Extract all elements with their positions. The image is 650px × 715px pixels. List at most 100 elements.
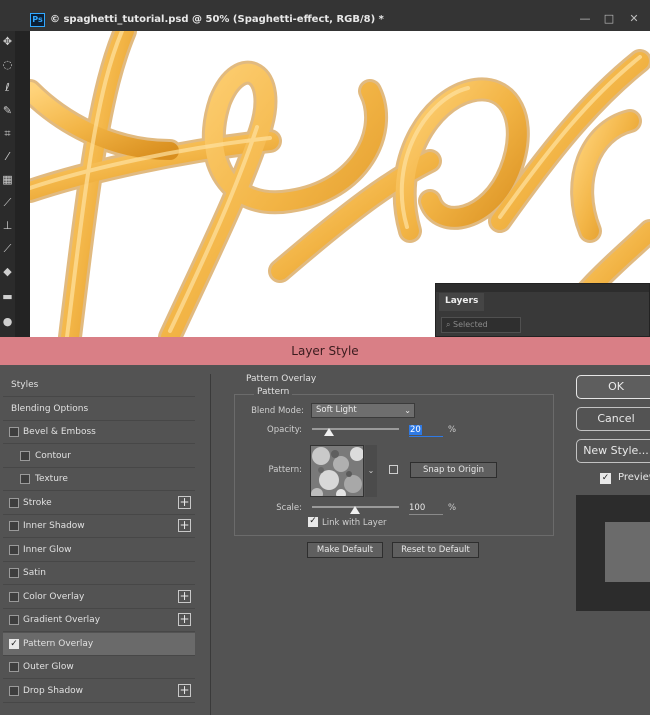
marquee-tool-icon[interactable]: ◌	[0, 56, 15, 74]
crop-tool-icon[interactable]: ⌗	[0, 125, 15, 143]
style-item-label: Styles	[11, 380, 39, 390]
link-with-layer-label: Link with Layer	[322, 518, 387, 528]
chevron-down-icon: ⌄	[404, 406, 411, 415]
style-item-inner-shadow[interactable]: Inner Shadow +	[3, 515, 195, 538]
blend-mode-value: Soft Light	[316, 405, 357, 415]
style-checkbox[interactable]	[9, 497, 19, 508]
blend-mode-label: Blend Mode:	[251, 406, 304, 416]
style-preview-swatch	[605, 522, 650, 582]
search-icon: ⌕	[446, 320, 451, 329]
dialog-title: Layer Style	[291, 344, 359, 358]
opacity-input[interactable]: 20	[409, 424, 443, 437]
layers-filter-select[interactable]: ⌕ Selected	[441, 317, 521, 333]
scale-unit: %	[448, 503, 457, 513]
style-item-label: Color Overlay	[23, 591, 85, 602]
style-item-label: Texture	[35, 474, 68, 484]
new-style-button[interactable]: New Style...	[576, 439, 650, 463]
tab-layers[interactable]: Layers	[439, 293, 485, 311]
healing-brush-icon[interactable]: ▦	[0, 171, 15, 189]
style-item-label: Satin	[23, 568, 46, 578]
style-checkbox[interactable]	[9, 685, 19, 696]
document-title[interactable]: © spaghetti_tutorial.psd @ 50% (Spaghett…	[50, 14, 384, 25]
style-item-label: Blending Options	[11, 403, 89, 414]
style-checkbox[interactable]	[20, 474, 30, 484]
pattern-picker-swatch[interactable]	[310, 445, 364, 497]
eyedropper-icon[interactable]: ⁄	[0, 148, 15, 166]
style-checkbox[interactable]	[9, 544, 19, 555]
style-checkbox[interactable]	[9, 591, 19, 602]
style-item-texture[interactable]: Texture	[3, 468, 195, 491]
new-preset-icon[interactable]	[389, 465, 398, 474]
styles-list: Styles Blending Options Bevel & Emboss Cont…	[3, 374, 195, 715]
preview-checkbox[interactable]: ✓	[600, 473, 611, 484]
divider	[210, 374, 211, 715]
style-item-label: Contour	[35, 450, 71, 461]
blend-mode-select[interactable]: Soft Light ⌄	[311, 403, 415, 418]
panel-title: Pattern Overlay	[246, 374, 317, 384]
link-with-layer-checkbox[interactable]: ✓	[308, 517, 318, 527]
style-item-pattern-overlay[interactable]: ✓ Pattern Overlay	[3, 632, 195, 656]
style-checkbox[interactable]	[9, 568, 19, 578]
style-checkbox[interactable]	[9, 521, 19, 531]
style-checkbox[interactable]: ✓	[9, 638, 19, 649]
add-effect-plus-icon[interactable]: +	[178, 683, 191, 697]
group-title: Pattern	[254, 387, 293, 397]
add-effect-plus-icon[interactable]: +	[178, 589, 191, 603]
document-tab-bar: Ps © spaghetti_tutorial.psd @ 50% (Spagh…	[0, 0, 650, 31]
move-tool-icon[interactable]: ✥	[0, 33, 15, 51]
brush-tool-icon[interactable]: ⟋	[0, 194, 15, 212]
restore-icon[interactable]: □	[601, 12, 617, 26]
style-item-gradient-overlay[interactable]: Gradient Overlay +	[3, 609, 195, 632]
style-item-label: Outer Glow	[23, 662, 74, 672]
scale-input[interactable]: 100	[409, 502, 443, 515]
opacity-label: Opacity:	[267, 425, 302, 435]
layers-filter-label: Selected	[453, 320, 488, 329]
panel-collapse-bar[interactable]	[436, 284, 649, 292]
layers-panel: Layers ⌕ Selected	[435, 283, 650, 337]
style-item-inner-glow[interactable]: Inner Glow	[3, 539, 195, 562]
style-item-stroke[interactable]: Stroke +	[3, 492, 195, 515]
style-item-label: Stroke	[23, 497, 52, 508]
style-checkbox[interactable]	[9, 662, 19, 672]
minimize-icon[interactable]: —	[577, 12, 593, 26]
cancel-button[interactable]: Cancel	[576, 407, 650, 431]
add-effect-plus-icon[interactable]: +	[178, 613, 191, 626]
eraser-icon[interactable]: ◆	[0, 263, 15, 281]
style-item-blending-options[interactable]: Blending Options	[3, 398, 195, 421]
pattern-dropdown-icon[interactable]: ⌄	[365, 445, 377, 497]
style-item-bevel-emboss[interactable]: Bevel & Emboss	[3, 421, 195, 444]
style-item-label: Inner Shadow	[23, 521, 85, 531]
blur-tool-icon[interactable]: ●	[0, 313, 15, 331]
opacity-slider-thumb[interactable]	[324, 428, 334, 436]
tool-divider-strip	[15, 31, 30, 337]
add-effect-plus-icon[interactable]: +	[178, 495, 191, 509]
ok-button[interactable]: OK	[576, 375, 650, 399]
reset-to-default-button[interactable]: Reset to Default	[392, 542, 479, 558]
style-item-outer-glow[interactable]: Outer Glow	[3, 656, 195, 679]
style-item-label: Drop Shadow	[23, 685, 84, 696]
style-item-drop-shadow[interactable]: Drop Shadow +	[3, 680, 195, 703]
style-checkbox[interactable]	[9, 615, 19, 625]
style-checkbox[interactable]	[9, 427, 19, 437]
style-item-satin[interactable]: Satin	[3, 562, 195, 585]
style-item-color-overlay[interactable]: Color Overlay +	[3, 586, 195, 609]
scale-slider-thumb[interactable]	[350, 506, 360, 514]
quick-select-icon[interactable]: ✎	[0, 102, 15, 120]
dialog-title-bar[interactable]: Layer Style	[0, 337, 650, 365]
style-item-label: Gradient Overlay	[23, 615, 101, 625]
add-effect-plus-icon[interactable]: +	[178, 519, 191, 532]
style-item-label: Pattern Overlay	[23, 638, 94, 649]
close-icon[interactable]: ✕	[626, 12, 642, 26]
style-item-styles[interactable]: Styles	[3, 374, 195, 397]
scale-label: Scale:	[276, 503, 302, 513]
preview-label: Preview	[618, 472, 650, 483]
make-default-button[interactable]: Make Default	[307, 542, 383, 558]
stamp-tool-icon[interactable]: ⊥	[0, 217, 15, 235]
tools-panel: ✥ ◌ ℓ ✎ ⌗ ⁄ ▦ ⟋ ⊥ ⟋ ◆ ▬ ●	[0, 31, 15, 337]
style-checkbox[interactable]	[20, 450, 30, 461]
snap-to-origin-button[interactable]: Snap to Origin	[410, 462, 497, 478]
gradient-tool-icon[interactable]: ▬	[0, 288, 15, 306]
lasso-tool-icon[interactable]: ℓ	[0, 79, 15, 97]
style-item-contour[interactable]: Contour	[3, 445, 195, 468]
history-brush-icon[interactable]: ⟋	[0, 240, 15, 258]
